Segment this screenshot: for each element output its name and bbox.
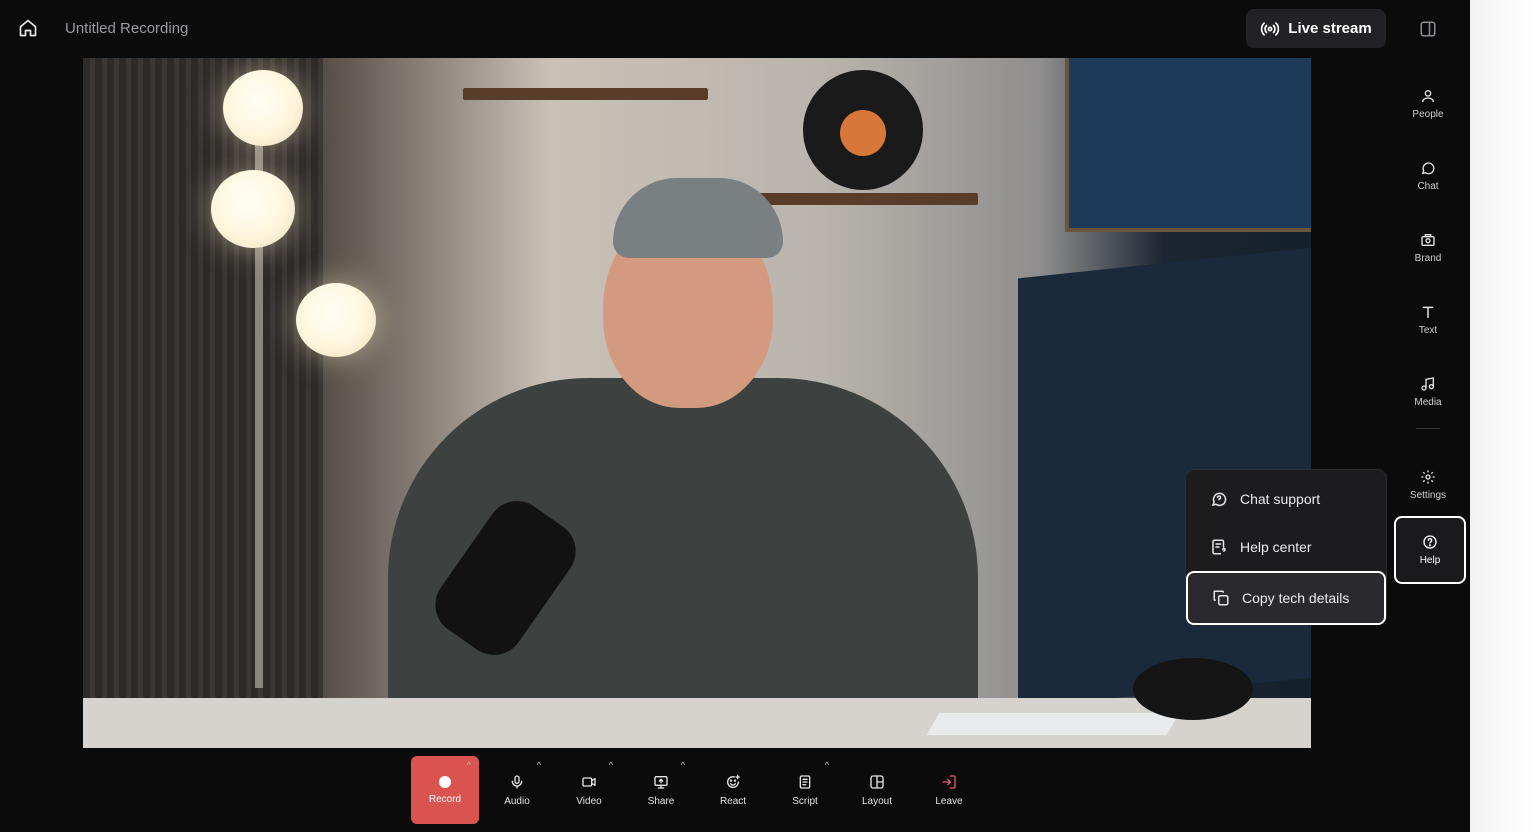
leave-icon — [942, 774, 956, 789]
chevron-up-icon[interactable]: ^ — [467, 760, 471, 770]
video-stage — [83, 58, 1311, 748]
gear-icon — [1421, 470, 1435, 484]
wall-shelf — [738, 193, 978, 205]
record-dot-icon — [439, 775, 451, 788]
rail-item-people[interactable]: People — [1398, 76, 1458, 132]
chat-icon — [1422, 162, 1435, 175]
chevron-up-icon[interactable]: ^ — [609, 760, 613, 770]
layout-button[interactable]: Layout — [845, 756, 909, 824]
rail-item-label: Text — [1418, 325, 1438, 336]
toolbar-label: Layout — [861, 795, 893, 807]
camera-icon — [582, 776, 596, 787]
menu-item-label: Chat support — [1240, 491, 1321, 507]
layout-icon — [870, 774, 884, 789]
chevron-up-icon[interactable]: ^ — [681, 760, 685, 770]
script-document-icon — [799, 774, 811, 789]
rail-item-label: Chat — [1417, 181, 1439, 192]
broadcast-icon — [1261, 21, 1280, 36]
person-cap — [613, 178, 783, 258]
text-icon — [1422, 306, 1434, 319]
rail-item-label: People — [1412, 109, 1444, 120]
rail-item-label: Settings — [1409, 490, 1447, 501]
rail-item-label: Media — [1414, 397, 1442, 408]
rail-item-text[interactable]: Text — [1398, 292, 1458, 348]
rail-item-help[interactable]: Help — [1394, 516, 1466, 584]
toolbar-label: Leave — [935, 795, 963, 807]
wall-shelf — [463, 88, 708, 100]
lamp-globe — [211, 170, 295, 248]
computer-mouse — [1133, 658, 1253, 720]
help-center-icon — [1212, 539, 1226, 555]
help-menu: Chat support Help center Copy tech detai… — [1185, 469, 1387, 625]
rail-item-brand[interactable]: Brand — [1398, 220, 1458, 276]
video-button[interactable]: ^ Video — [557, 756, 621, 824]
toolbar-label: Script — [792, 795, 818, 807]
menu-item-copy-tech-details[interactable]: Copy tech details — [1186, 571, 1386, 625]
rail-divider — [1416, 428, 1440, 429]
chevron-up-icon[interactable]: ^ — [825, 760, 829, 770]
help-icon — [1423, 535, 1437, 549]
record-button[interactable]: ^ Record — [411, 756, 479, 824]
app-window: Untitled Recording Live stream People Ch… — [0, 0, 1470, 832]
chat-support-icon — [1211, 492, 1227, 507]
sidebar-panel-icon — [1420, 21, 1436, 37]
keyboard — [926, 713, 1180, 735]
react-button[interactable]: React — [701, 756, 765, 824]
toolbar-label: React — [719, 795, 747, 807]
emoji-add-icon — [727, 774, 740, 788]
lamp-globe — [223, 70, 303, 146]
toolbar-label: Record — [428, 793, 462, 805]
brand-icon — [1421, 234, 1435, 246]
toolbar-label: Audio — [504, 795, 530, 807]
chevron-up-icon[interactable]: ^ — [537, 760, 541, 770]
share-button[interactable]: ^ Share — [629, 756, 693, 824]
script-button[interactable]: ^ Script — [773, 756, 837, 824]
window-edge-shadow — [1470, 0, 1535, 832]
wall-panel — [83, 58, 323, 708]
menu-item-label: Help center — [1240, 539, 1312, 555]
recording-title[interactable]: Untitled Recording — [65, 20, 188, 37]
home-icon — [19, 19, 37, 37]
microphone-icon — [511, 774, 523, 789]
rail-item-chat[interactable]: Chat — [1398, 148, 1458, 204]
lamp-globe — [296, 283, 376, 357]
audio-button[interactable]: ^ Audio — [485, 756, 549, 824]
picture-frame — [1065, 58, 1311, 232]
rail-item-label: Brand — [1414, 253, 1442, 264]
menu-item-help-center[interactable]: Help center — [1186, 524, 1386, 570]
home-button[interactable] — [14, 14, 42, 42]
leave-button[interactable]: Leave — [917, 756, 981, 824]
rail-item-media[interactable]: Media — [1398, 364, 1458, 420]
copy-icon — [1213, 590, 1229, 606]
toolbar-label: Share — [647, 795, 675, 807]
live-stream-label: Live stream — [1288, 20, 1372, 37]
menu-item-label: Copy tech details — [1242, 590, 1350, 606]
panel-toggle-button[interactable] — [1414, 15, 1442, 43]
rail-item-settings[interactable]: Settings — [1398, 457, 1458, 513]
live-stream-button[interactable]: Live stream — [1246, 9, 1386, 48]
music-note-icon — [1421, 377, 1434, 391]
screen-share-icon — [654, 775, 668, 789]
toolbar-label: Video — [576, 795, 602, 807]
menu-item-chat-support[interactable]: Chat support — [1186, 476, 1386, 522]
vinyl-label — [840, 110, 886, 156]
people-icon — [1422, 90, 1434, 103]
rail-item-label: Help — [1419, 555, 1441, 566]
